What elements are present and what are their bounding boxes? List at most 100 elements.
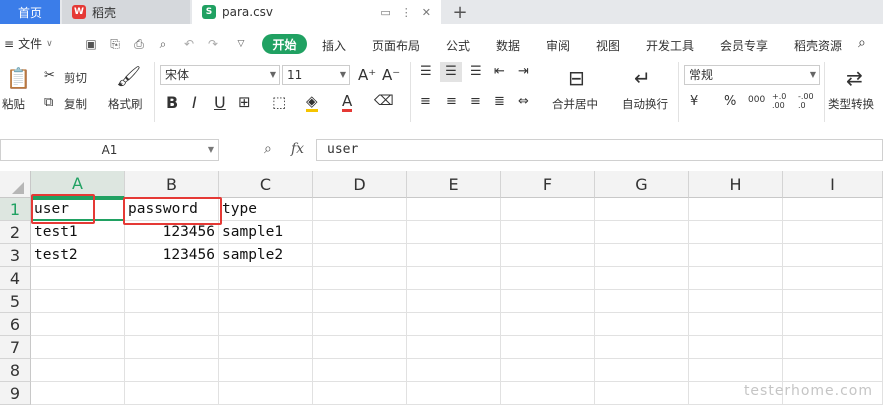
cell-a3[interactable]: test2: [31, 244, 125, 267]
empty-cell[interactable]: [219, 313, 313, 336]
empty-cell[interactable]: [501, 336, 595, 359]
empty-cell[interactable]: [31, 267, 125, 290]
tab-developer[interactable]: 开发工具: [646, 37, 694, 54]
empty-cell[interactable]: [31, 382, 125, 405]
fill-color-icon[interactable]: ◈: [306, 93, 318, 112]
empty-cell[interactable]: [407, 382, 501, 405]
empty-cell[interactable]: [31, 336, 125, 359]
undo-icon[interactable]: ↶: [182, 37, 196, 51]
empty-cell[interactable]: [783, 290, 883, 313]
empty-cell[interactable]: [501, 244, 595, 267]
search-icon[interactable]: ⌕: [858, 35, 866, 51]
align-top-icon[interactable]: ☰: [420, 64, 432, 79]
empty-cell[interactable]: [689, 336, 783, 359]
tab-para-csv[interactable]: S para.csv ▭ ⋮ ✕: [192, 0, 441, 24]
italic-icon[interactable]: I: [192, 93, 197, 112]
empty-cell[interactable]: [407, 267, 501, 290]
align-center-icon[interactable]: ≡: [446, 94, 457, 109]
empty-cell[interactable]: [783, 336, 883, 359]
cell-c2[interactable]: sample1: [219, 221, 313, 244]
format-painter-button[interactable]: 格式刷: [108, 96, 143, 112]
type-convert-button[interactable]: 类型转换: [828, 96, 874, 112]
empty-cell[interactable]: [407, 336, 501, 359]
formula-input[interactable]: user: [316, 139, 883, 161]
empty-cell[interactable]: [313, 290, 407, 313]
cut-button[interactable]: 剪切: [64, 70, 87, 86]
empty-cell[interactable]: [313, 267, 407, 290]
cell-b3[interactable]: 123456: [125, 244, 219, 267]
empty-cell[interactable]: [407, 244, 501, 267]
empty-cell[interactable]: [689, 198, 783, 221]
format-painter-icon[interactable]: 🖌: [116, 64, 141, 88]
tab-formulas[interactable]: 公式: [446, 37, 470, 54]
empty-cell[interactable]: [595, 290, 689, 313]
row-header-6[interactable]: 6: [0, 313, 31, 336]
empty-cell[interactable]: [219, 359, 313, 382]
font-color-icon[interactable]: A: [342, 93, 353, 112]
empty-cell[interactable]: [595, 359, 689, 382]
empty-cell[interactable]: [595, 267, 689, 290]
empty-cell[interactable]: [595, 313, 689, 336]
empty-cell[interactable]: [689, 313, 783, 336]
name-box[interactable]: A1 ▼: [0, 139, 219, 161]
redo-icon[interactable]: ↷: [206, 37, 220, 51]
empty-cell[interactable]: [783, 221, 883, 244]
align-middle-icon[interactable]: ☰: [440, 62, 462, 82]
merge-center-button[interactable]: 合并居中: [552, 96, 598, 112]
column-header-c[interactable]: C: [219, 171, 313, 198]
empty-cell[interactable]: [689, 267, 783, 290]
empty-cell[interactable]: [783, 313, 883, 336]
float-window-icon[interactable]: ▭: [380, 6, 390, 19]
empty-cell[interactable]: [31, 313, 125, 336]
empty-cell[interactable]: [31, 359, 125, 382]
wrap-text-button[interactable]: 自动换行: [622, 96, 668, 112]
clear-format-icon[interactable]: ⌫: [374, 93, 394, 109]
export-pdf-icon[interactable]: ⎘: [108, 37, 122, 51]
decrease-indent-icon[interactable]: ⇤: [494, 64, 505, 79]
column-header-f[interactable]: F: [501, 171, 595, 198]
row-header-9[interactable]: 9: [0, 382, 31, 405]
tab-page-layout[interactable]: 页面布局: [372, 37, 420, 54]
row-header-4[interactable]: 4: [0, 267, 31, 290]
merge-center-icon[interactable]: ⊟: [568, 66, 585, 90]
thousands-button[interactable]: 000: [748, 95, 765, 105]
tab-insert[interactable]: 插入: [322, 37, 346, 54]
save-icon[interactable]: ▣: [84, 37, 98, 51]
row-header-5[interactable]: 5: [0, 290, 31, 313]
file-menu[interactable]: ≡ 文件 ∨: [4, 35, 53, 52]
empty-cell[interactable]: [783, 359, 883, 382]
empty-cell[interactable]: [407, 313, 501, 336]
copy-icon[interactable]: ⧉: [44, 95, 53, 110]
font-size-select[interactable]: 11 ▼: [282, 65, 350, 85]
column-header-g[interactable]: G: [595, 171, 689, 198]
cell-style-icon[interactable]: ⬚: [272, 93, 286, 111]
tab-daoke-resources[interactable]: 稻壳资源: [794, 37, 842, 54]
empty-cell[interactable]: [595, 382, 689, 405]
paste-icon[interactable]: 📋: [6, 66, 31, 90]
type-convert-icon[interactable]: ⇄: [846, 66, 863, 90]
tab-start[interactable]: 开始: [262, 34, 307, 54]
empty-cell[interactable]: [219, 290, 313, 313]
zoom-search-icon[interactable]: ⌕: [264, 141, 272, 157]
tab-daoke[interactable]: W 稻壳: [62, 0, 190, 24]
currency-button[interactable]: ¥: [690, 94, 698, 109]
row-header-8[interactable]: 8: [0, 359, 31, 382]
empty-cell[interactable]: [689, 290, 783, 313]
copy-button[interactable]: 复制: [64, 96, 87, 112]
empty-cell[interactable]: [501, 198, 595, 221]
font-name-select[interactable]: 宋体 ▼: [160, 65, 280, 85]
decrease-decimal-button[interactable]: -.00 .0: [798, 92, 818, 110]
empty-cell[interactable]: [31, 290, 125, 313]
print-icon[interactable]: ⎙: [132, 37, 146, 51]
underline-icon[interactable]: U: [214, 93, 226, 112]
empty-cell[interactable]: [783, 244, 883, 267]
select-all-corner[interactable]: [0, 171, 31, 198]
column-header-e[interactable]: E: [407, 171, 501, 198]
empty-cell[interactable]: [125, 359, 219, 382]
fx-icon[interactable]: fx: [291, 141, 304, 157]
column-header-i[interactable]: I: [783, 171, 883, 198]
empty-cell[interactable]: [501, 267, 595, 290]
column-header-h[interactable]: H: [689, 171, 783, 198]
empty-cell[interactable]: [689, 359, 783, 382]
distributed-icon[interactable]: ⇔: [518, 94, 529, 109]
